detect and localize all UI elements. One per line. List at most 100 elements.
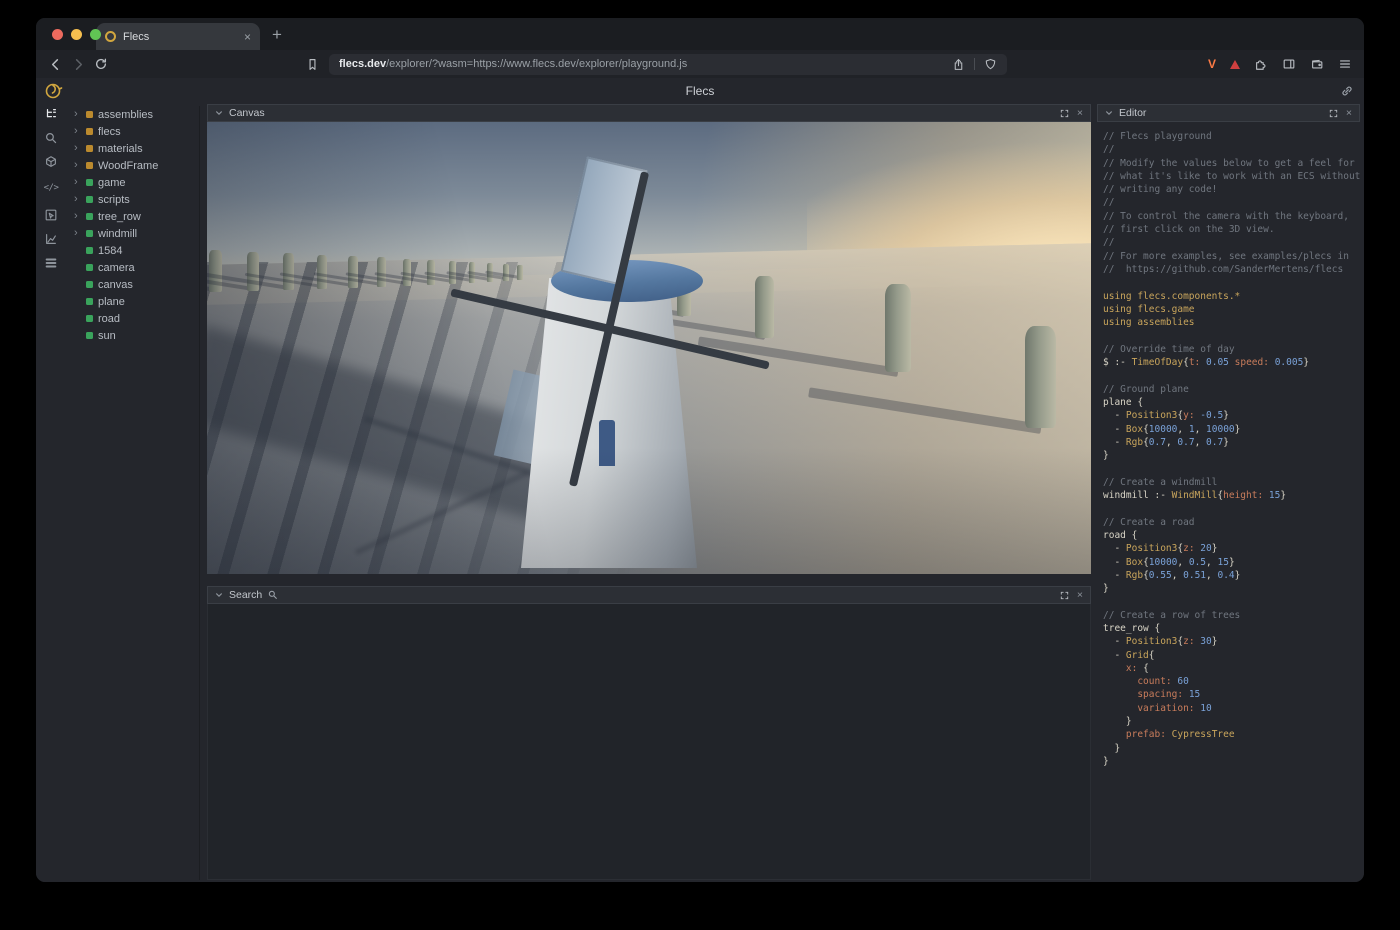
entity-label: plane bbox=[98, 296, 125, 308]
rail-button-editor[interactable]: </> bbox=[36, 176, 66, 200]
sidebar-button[interactable] bbox=[1282, 57, 1296, 71]
entity-color-icon bbox=[86, 332, 93, 339]
search-panel: Search × bbox=[207, 586, 1091, 880]
expand-panel-button[interactable] bbox=[1060, 109, 1069, 118]
vpn-button[interactable]: V bbox=[1208, 57, 1216, 71]
expand-arrow-icon[interactable]: › bbox=[74, 109, 81, 120]
extensions-button[interactable] bbox=[1254, 57, 1268, 71]
chart-icon bbox=[44, 232, 58, 251]
rail-button-search[interactable] bbox=[36, 128, 66, 152]
entity-color-icon bbox=[86, 247, 93, 254]
expand-arrow-icon[interactable]: › bbox=[74, 126, 81, 137]
entity-color-icon bbox=[86, 281, 93, 288]
entity-color-icon bbox=[86, 128, 93, 135]
rail-button-world[interactable] bbox=[36, 152, 66, 176]
icon-rail: </> bbox=[36, 104, 66, 882]
code-line: } bbox=[1103, 742, 1356, 755]
canvas-3d-view[interactable] bbox=[207, 122, 1091, 574]
tree-item-road[interactable]: road bbox=[66, 310, 199, 327]
tree-item-scripts[interactable]: ›scripts bbox=[66, 191, 199, 208]
brave-shield-button[interactable] bbox=[984, 58, 997, 71]
rail-button-inspector[interactable] bbox=[36, 205, 66, 229]
collapse-chevron-icon[interactable] bbox=[215, 591, 223, 599]
rail-button-entities[interactable] bbox=[36, 104, 66, 128]
tree-item-plane[interactable]: plane bbox=[66, 293, 199, 310]
windmill-door bbox=[599, 420, 615, 466]
code-line: using assemblies bbox=[1103, 316, 1356, 329]
code-line: // Create a row of trees bbox=[1103, 609, 1356, 622]
tree-item-flecs[interactable]: ›flecs bbox=[66, 123, 199, 140]
browser-tab[interactable]: Flecs × bbox=[96, 23, 260, 50]
tree-item-windmill[interactable]: ›windmill bbox=[66, 225, 199, 242]
flecs-explorer-page: Flecs </> bbox=[36, 78, 1364, 882]
rail-button-stats[interactable] bbox=[36, 229, 66, 253]
code-line: // To control the camera with the keyboa… bbox=[1103, 210, 1356, 223]
code-line: } bbox=[1103, 449, 1356, 462]
code-line: // bbox=[1103, 143, 1356, 156]
search-results-area bbox=[207, 604, 1091, 880]
rail-button-tables[interactable] bbox=[36, 253, 66, 277]
expand-arrow-icon[interactable]: › bbox=[74, 194, 81, 205]
code-line bbox=[1103, 329, 1356, 342]
zoom-window-button[interactable] bbox=[90, 29, 101, 40]
entity-color-icon bbox=[86, 196, 93, 203]
wallet-button[interactable] bbox=[1310, 57, 1324, 71]
tree-item-assemblies[interactable]: ›assemblies bbox=[66, 106, 199, 123]
expand-panel-button[interactable] bbox=[1329, 109, 1338, 118]
expand-arrow-icon[interactable]: › bbox=[74, 143, 81, 154]
code-line: // Create a windmill bbox=[1103, 476, 1356, 489]
code-line: // writing any code! bbox=[1103, 183, 1356, 196]
close-panel-button[interactable]: × bbox=[1077, 589, 1083, 601]
address-bar[interactable]: flecs.dev/explorer/?wasm=https://www.fle… bbox=[329, 54, 1007, 75]
back-button[interactable] bbox=[48, 57, 63, 72]
collapse-chevron-icon[interactable] bbox=[215, 109, 223, 117]
code-line: - Grid{ bbox=[1103, 649, 1356, 662]
copy-link-button[interactable] bbox=[1340, 84, 1354, 103]
close-panel-button[interactable]: × bbox=[1346, 107, 1352, 119]
editor-code[interactable]: // Flecs playground//// Modify the value… bbox=[1097, 122, 1360, 784]
tree-item-WoodFrame[interactable]: ›WoodFrame bbox=[66, 157, 199, 174]
tree-item-materials[interactable]: ›materials bbox=[66, 140, 199, 157]
code-line: spacing: 15 bbox=[1103, 688, 1356, 701]
code-line: - Position3{z: 20} bbox=[1103, 542, 1356, 555]
code-line: windmill :- WindMill{height: 15} bbox=[1103, 489, 1356, 502]
rewards-button[interactable] bbox=[1230, 60, 1240, 69]
tree-item-sun[interactable]: sun bbox=[66, 327, 199, 344]
new-tab-button[interactable]: + bbox=[272, 25, 282, 45]
forward-button[interactable] bbox=[71, 57, 86, 72]
entity-label: game bbox=[98, 177, 126, 189]
collapse-chevron-icon[interactable] bbox=[1105, 109, 1113, 117]
code-line: - Box{10000, 0.5, 15} bbox=[1103, 556, 1356, 569]
editor-panel: Editor × // Flecs playground//// Modify … bbox=[1097, 104, 1360, 784]
tab-close-button[interactable]: × bbox=[244, 31, 251, 43]
expand-arrow-icon[interactable]: › bbox=[74, 228, 81, 239]
close-window-button[interactable] bbox=[52, 29, 63, 40]
panel-title: Search bbox=[229, 589, 262, 601]
expand-arrow-icon[interactable]: › bbox=[74, 211, 81, 222]
tree-item-game[interactable]: › game bbox=[66, 174, 199, 191]
menu-button[interactable] bbox=[1338, 57, 1352, 71]
tree-item-tree_row[interactable]: ›tree_row bbox=[66, 208, 199, 225]
entity-tree: ›assemblies›flecs›materials›WoodFrame›ga… bbox=[66, 106, 200, 880]
share-button[interactable] bbox=[952, 58, 965, 71]
close-panel-button[interactable]: × bbox=[1077, 107, 1083, 119]
code-line: - Position3{z: 30} bbox=[1103, 635, 1356, 648]
code-line: // Ground plane bbox=[1103, 383, 1356, 396]
reload-button[interactable] bbox=[94, 57, 108, 71]
expand-arrow-icon[interactable]: › bbox=[74, 160, 81, 171]
code-line: - Rgb{0.55, 0.51, 0.4} bbox=[1103, 569, 1356, 582]
tree-item-1584[interactable]: 1584 bbox=[66, 242, 199, 259]
tree-item-camera[interactable]: camera bbox=[66, 259, 199, 276]
entity-label: canvas bbox=[98, 279, 133, 291]
editor-panel-header: Editor × bbox=[1097, 104, 1360, 122]
tree-item-canvas[interactable]: canvas bbox=[66, 276, 199, 293]
expand-panel-button[interactable] bbox=[1060, 591, 1069, 600]
canvas-panel: Canvas × bbox=[207, 104, 1091, 574]
code-icon: </> bbox=[44, 183, 59, 193]
bookmark-icon[interactable] bbox=[306, 58, 319, 71]
code-line: // Flecs playground bbox=[1103, 130, 1356, 143]
minimize-window-button[interactable] bbox=[71, 29, 82, 40]
code-line: // what it's like to work with an ECS wi… bbox=[1103, 170, 1356, 183]
code-line: // Create a road bbox=[1103, 516, 1356, 529]
expand-arrow-icon[interactable]: › bbox=[74, 177, 81, 188]
